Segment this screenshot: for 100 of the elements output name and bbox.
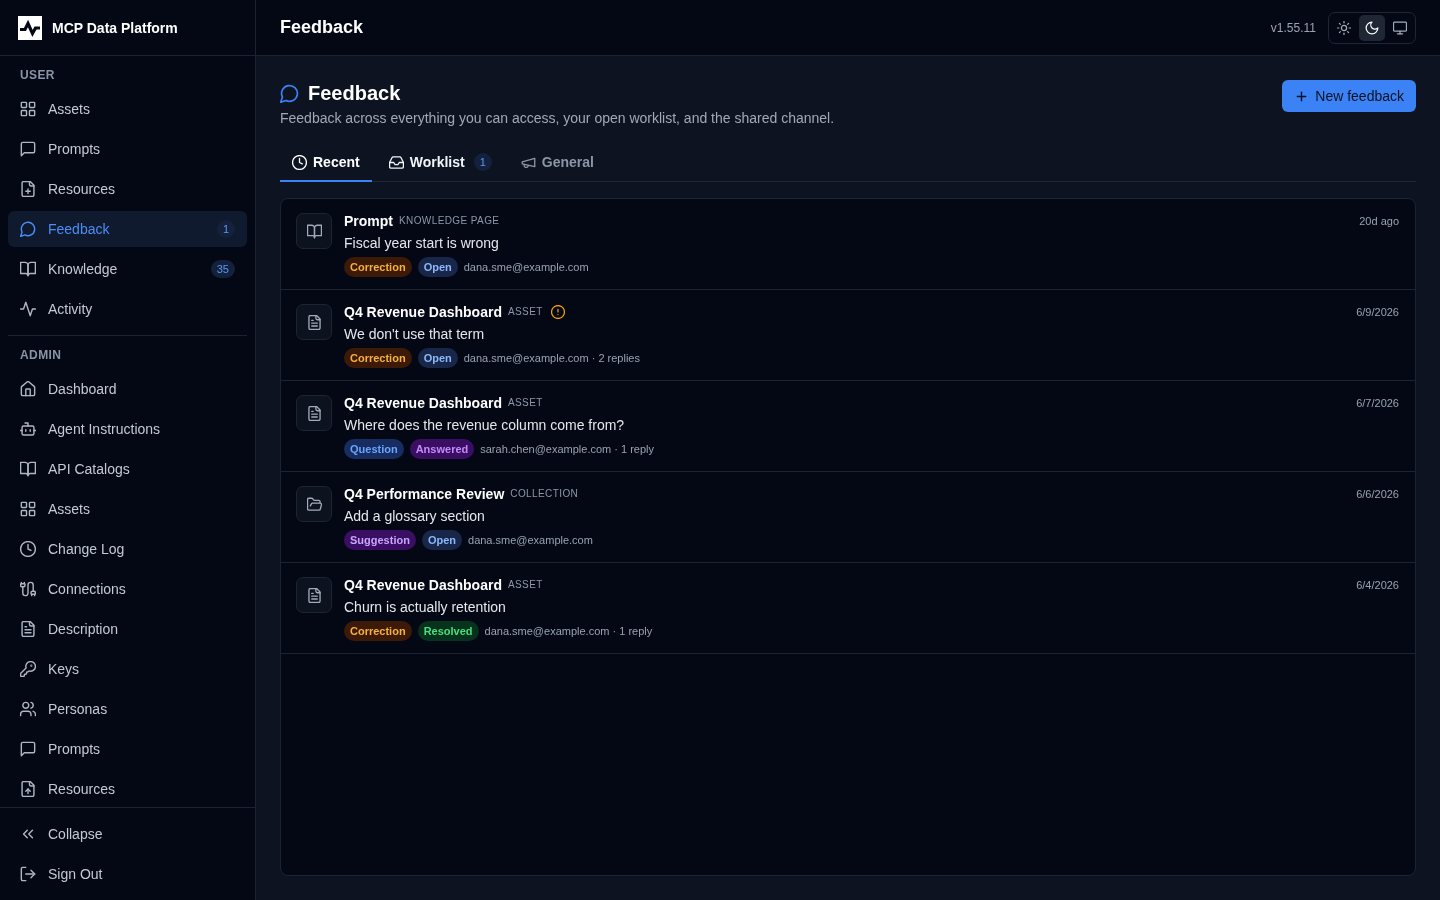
nav-item[interactable]: Resources xyxy=(8,771,247,807)
cable-icon xyxy=(20,581,36,597)
status-tag: Open xyxy=(421,530,462,550)
feedback-target: Prompt xyxy=(344,213,393,229)
feedback-target: Q4 Revenue Dashboard xyxy=(344,395,502,411)
book-icon xyxy=(20,461,36,477)
nav-item[interactable]: Keys xyxy=(8,651,247,687)
logo-icon xyxy=(18,15,42,40)
clock-icon xyxy=(292,154,307,170)
nav-item[interactable]: Assets xyxy=(8,91,247,127)
feedback-target: Q4 Performance Review xyxy=(344,486,505,502)
chat-bubble-icon xyxy=(20,741,36,757)
new-feedback-button[interactable]: New feedback xyxy=(1282,80,1416,112)
robot-icon xyxy=(20,421,36,437)
type-tag: Correction xyxy=(344,621,412,641)
nav-item[interactable]: Description xyxy=(8,611,247,647)
file-upload-icon xyxy=(20,781,36,797)
grid-icon xyxy=(20,501,36,517)
target-type: ASSET xyxy=(507,396,543,410)
feedback-message: Fiscal year start is wrong xyxy=(344,235,500,251)
nav-item[interactable]: Change Log xyxy=(8,531,247,567)
feedback-target: Q4 Revenue Dashboard xyxy=(344,577,502,593)
status-tag: Open xyxy=(417,348,458,368)
sign-out-button[interactable]: Sign Out xyxy=(8,856,247,892)
type-tag: Question xyxy=(344,439,404,459)
chat-bubble-icon xyxy=(20,141,36,157)
speech-bubble-icon xyxy=(20,221,36,237)
target-type: COLLECTION xyxy=(510,487,579,501)
nav-item[interactable]: API Catalogs xyxy=(8,451,247,487)
sun-icon xyxy=(1337,20,1351,35)
nav-item[interactable]: Resources xyxy=(8,171,247,207)
type-tag: Correction xyxy=(344,348,412,368)
logout-icon xyxy=(20,866,36,882)
dark-theme-button[interactable] xyxy=(1359,14,1385,41)
nav-item[interactable]: Assets xyxy=(8,491,247,527)
key-icon xyxy=(20,661,36,677)
feedback-message: Add a glossary section xyxy=(344,508,486,524)
book-icon xyxy=(296,213,332,249)
feedback-message: Where does the revenue column come from? xyxy=(344,417,626,433)
section-heading: ADMIN xyxy=(19,347,63,363)
feedback-message: Churn is actually retention xyxy=(344,599,507,615)
count-badge: 1 xyxy=(473,153,492,171)
nav-item[interactable]: Knowledge 35 xyxy=(8,251,247,287)
section-heading: USER xyxy=(19,67,56,83)
type-tag: Suggestion xyxy=(344,530,416,550)
plus-icon xyxy=(1295,89,1309,103)
monitor-icon xyxy=(1393,20,1407,35)
count-badge: 1 xyxy=(216,220,235,238)
feedback-meta: dana.sme@example.com · 2 replies xyxy=(463,352,640,364)
status-tag: Answered xyxy=(409,439,475,459)
nav-item[interactable]: Agent Instructions xyxy=(8,411,247,447)
nav-item[interactable]: Dashboard xyxy=(8,371,247,407)
grid-icon xyxy=(20,101,36,117)
speech-bubble-icon xyxy=(280,83,299,103)
page-description: Feedback across everything you can access, your open worklist, and the shared channel. xyxy=(280,109,835,128)
nav-item[interactable]: Prompts xyxy=(8,131,247,167)
feedback-meta: dana.sme@example.com · 1 reply xyxy=(484,625,653,637)
feedback-time: 20d ago xyxy=(1359,214,1399,229)
page-title: Feedback xyxy=(308,81,401,106)
collapse-button[interactable]: Collapse xyxy=(8,816,247,852)
feedback-time: 6/6/2026 xyxy=(1356,487,1399,502)
people-icon xyxy=(20,701,36,717)
app-name: MCP Data Platform xyxy=(52,19,178,36)
file-plus-icon xyxy=(20,181,36,197)
house-icon xyxy=(20,381,36,397)
version-label: v1.55.11 xyxy=(1270,20,1316,35)
status-tag: Resolved xyxy=(417,621,479,641)
tab[interactable]: Worklist 1 xyxy=(376,144,504,182)
target-type: ASSET xyxy=(507,305,543,319)
nav-item[interactable]: Prompts xyxy=(8,731,247,767)
clock-icon xyxy=(20,541,36,557)
feedback-time: 6/4/2026 xyxy=(1356,578,1399,593)
feedback-time: 6/9/2026 xyxy=(1356,305,1399,320)
moon-icon xyxy=(1365,20,1379,35)
feedback-target: Q4 Revenue Dashboard xyxy=(344,304,502,320)
feedback-message: We don't use that term xyxy=(344,326,486,342)
pulse-line-icon xyxy=(20,301,36,317)
book-icon xyxy=(20,261,36,277)
tab[interactable]: Recent xyxy=(280,144,372,182)
nav-item[interactable]: Activity xyxy=(8,291,247,327)
feedback-meta: dana.sme@example.com xyxy=(463,261,589,273)
document-icon xyxy=(296,577,332,613)
nav-item[interactable]: Feedback 1 xyxy=(8,211,247,247)
nav-item[interactable]: Personas xyxy=(8,691,247,727)
feedback-meta: sarah.chen@example.com · 1 reply xyxy=(480,443,655,455)
target-type: ASSET xyxy=(507,578,543,592)
count-badge: 35 xyxy=(210,260,235,278)
header-title: Feedback xyxy=(280,17,364,38)
status-tag: Open xyxy=(417,257,458,277)
target-type: KNOWLEDGE PAGE xyxy=(399,214,500,228)
document-icon xyxy=(20,621,36,637)
folder-icon xyxy=(296,486,332,522)
type-tag: Correction xyxy=(344,257,412,277)
document-icon xyxy=(296,304,332,340)
inbox-icon xyxy=(388,154,404,170)
tab[interactable]: General xyxy=(508,144,606,182)
nav-item[interactable]: Connections xyxy=(8,571,247,607)
feedback-time: 6/7/2026 xyxy=(1356,396,1399,411)
document-icon xyxy=(296,395,332,431)
feedback-meta: dana.sme@example.com xyxy=(468,534,593,546)
